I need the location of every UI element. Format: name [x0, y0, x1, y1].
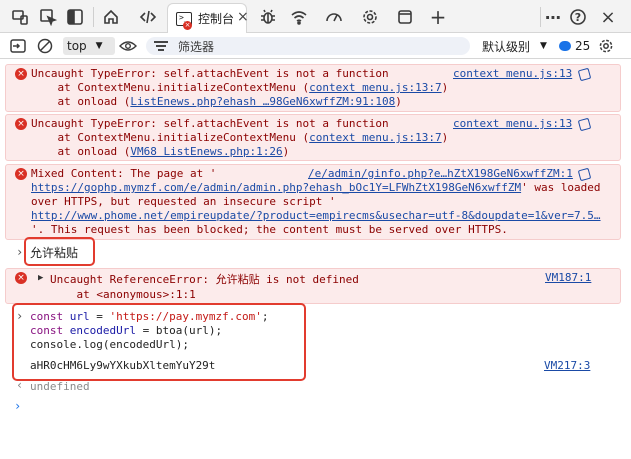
expand-arrow-icon[interactable]: ▶	[38, 271, 43, 286]
console-toolbar: top ▼ 筛选器 默认级别 ▼ 25	[0, 33, 631, 59]
mixed-url-link[interactable]: https://gophp.mymzf.com/e/admin/admin.ph…	[31, 181, 521, 194]
wifi-icon[interactable]	[288, 6, 310, 28]
copy-icon[interactable]	[577, 117, 592, 132]
bug-icon[interactable]	[257, 6, 279, 28]
console-prompt-input[interactable]: ›	[14, 399, 21, 414]
error-icon: ×	[15, 168, 27, 180]
console-settings-icon[interactable]	[598, 37, 614, 55]
close-icon[interactable]: ×	[597, 6, 619, 28]
filter-placeholder: 筛选器	[178, 39, 215, 54]
stack-frame-text: at ContextMenu.initializeContextMenu (	[31, 81, 310, 94]
log-level-value: 默认级别	[482, 39, 531, 54]
input-prompt-icon: ›	[16, 245, 24, 259]
elements-code-icon[interactable]	[137, 6, 159, 28]
clear-console-icon[interactable]	[37, 37, 53, 55]
help-icon[interactable]: ?	[567, 6, 589, 28]
stack-frame: at <anonymous>:1:1	[50, 288, 196, 301]
error-icon: ×	[15, 272, 27, 284]
home-icon[interactable]	[100, 6, 122, 28]
mixed-text: over HTTPS, but requested an insecure sc…	[31, 195, 336, 208]
highlight-box	[12, 303, 306, 381]
dock-icon[interactable]	[64, 6, 86, 28]
stack-frame-text: at onload (	[31, 145, 131, 158]
tab-console[interactable]: >_ × 控制台	[167, 3, 247, 33]
context-select-value: top	[67, 39, 87, 53]
device-emulation-icon[interactable]	[9, 6, 31, 28]
stack-frame-text: at ContextMenu.initializeContextMenu (	[31, 131, 310, 144]
source-link[interactable]: VM187:1	[545, 271, 591, 286]
tab-console-label: 控制台	[198, 12, 235, 26]
mixed-script-link[interactable]: http://www.phome.net/empireupdate/?produ…	[31, 209, 601, 222]
stack-frame-link[interactable]: context menu.js:13:7	[309, 81, 441, 94]
highlight-box	[24, 237, 95, 266]
error-text: Uncaught ReferenceError: 允许粘贴 is not def…	[50, 273, 359, 286]
mixed-content-error: × Mixed Content: The page at ' /e/admin/…	[5, 164, 621, 240]
reference-error: × ▶ Uncaught ReferenceError: 允许粘贴 is not…	[5, 268, 621, 304]
stack-frame: at ContextMenu.initializeContextMenu (co…	[31, 81, 448, 96]
stack-frame-text: at onload (	[31, 95, 131, 108]
mixed-page-link[interactable]: /e/admin/ginfo.php?e…hZtX198GeN6xwffZM:1	[308, 167, 573, 182]
application-icon[interactable]	[394, 6, 416, 28]
stack-frame: at onload (VM68 ListEnews.php:1:26)	[31, 145, 289, 160]
stack-frame: at onload (ListEnews.php?ehash …98GeN6xw…	[31, 95, 402, 110]
filter-icon	[154, 41, 168, 51]
source-link[interactable]: context menu.js:13	[453, 117, 572, 132]
stack-frame-link[interactable]: context menu.js:13:7	[309, 131, 441, 144]
source-link[interactable]: context menu.js:13	[453, 67, 572, 82]
return-value: undefined	[30, 380, 90, 393]
stack-frame-close: )	[441, 131, 449, 144]
inspect-icon[interactable]	[37, 6, 59, 28]
stack-frame: at ContextMenu.initializeContextMenu (co…	[31, 131, 448, 146]
devtools-tabbar: >_ × 控制台 × + ⋯ ? ×	[0, 0, 631, 33]
error-text: Uncaught TypeError: self.attachEvent is …	[31, 117, 389, 130]
stack-frame-close: )	[395, 95, 402, 108]
mixed-text: '. This request has been blocked; the co…	[31, 223, 508, 236]
mixed-text: https://gophp.mymzf.com/e/admin/admin.ph…	[31, 181, 601, 196]
mixed-text: http://www.phome.net/empireupdate/?produ…	[31, 209, 604, 224]
error-icon: ×	[15, 118, 27, 130]
more-icon[interactable]: ⋯	[542, 6, 564, 28]
issues-icon	[559, 41, 571, 51]
error-badge: ×	[183, 21, 192, 30]
stack-frame-close: )	[282, 145, 290, 158]
chevron-down-icon: ▼	[540, 41, 547, 51]
context-select[interactable]: top ▼	[63, 37, 115, 55]
error-text: Uncaught TypeError: self.attachEvent is …	[31, 67, 389, 80]
source-link[interactable]: VM217:3	[544, 359, 590, 374]
stack-frame-close: )	[441, 81, 449, 94]
copy-icon[interactable]	[577, 167, 592, 182]
log-level-select[interactable]: 默认级别 ▼	[482, 37, 547, 55]
mixed-text: Mixed Content: The page at '	[31, 167, 217, 180]
stack-frame-link[interactable]: ListEnews.php?ehash …98GeN6xwffZM:91:108	[130, 95, 395, 108]
console-output: × Uncaught TypeError: self.attachEvent i…	[0, 60, 631, 459]
gear-settings-icon[interactable]	[359, 6, 381, 28]
stack-frame-link[interactable]: VM68 ListEnews.php:1:26	[130, 145, 282, 158]
issues-count: 25	[575, 39, 591, 53]
filter-input[interactable]: 筛选器	[146, 37, 470, 55]
sidebar-toggle-icon[interactable]	[10, 37, 26, 55]
copy-icon[interactable]	[577, 67, 592, 82]
console-error-message: × Uncaught TypeError: self.attachEvent i…	[5, 64, 621, 112]
return-prompt-icon: ‹	[16, 378, 24, 392]
console-error-message: × Uncaught TypeError: self.attachEvent i…	[5, 114, 621, 161]
chevron-down-icon: ▼	[95, 41, 103, 51]
performance-icon[interactable]	[323, 6, 345, 28]
eye-icon[interactable]	[119, 37, 137, 55]
issues-counter[interactable]: 25	[559, 37, 590, 55]
error-icon: ×	[15, 68, 27, 80]
mixed-text-tail: ' was loaded	[521, 181, 601, 194]
tab-close-icon[interactable]: ×	[237, 9, 249, 25]
plus-icon[interactable]: +	[427, 5, 449, 29]
